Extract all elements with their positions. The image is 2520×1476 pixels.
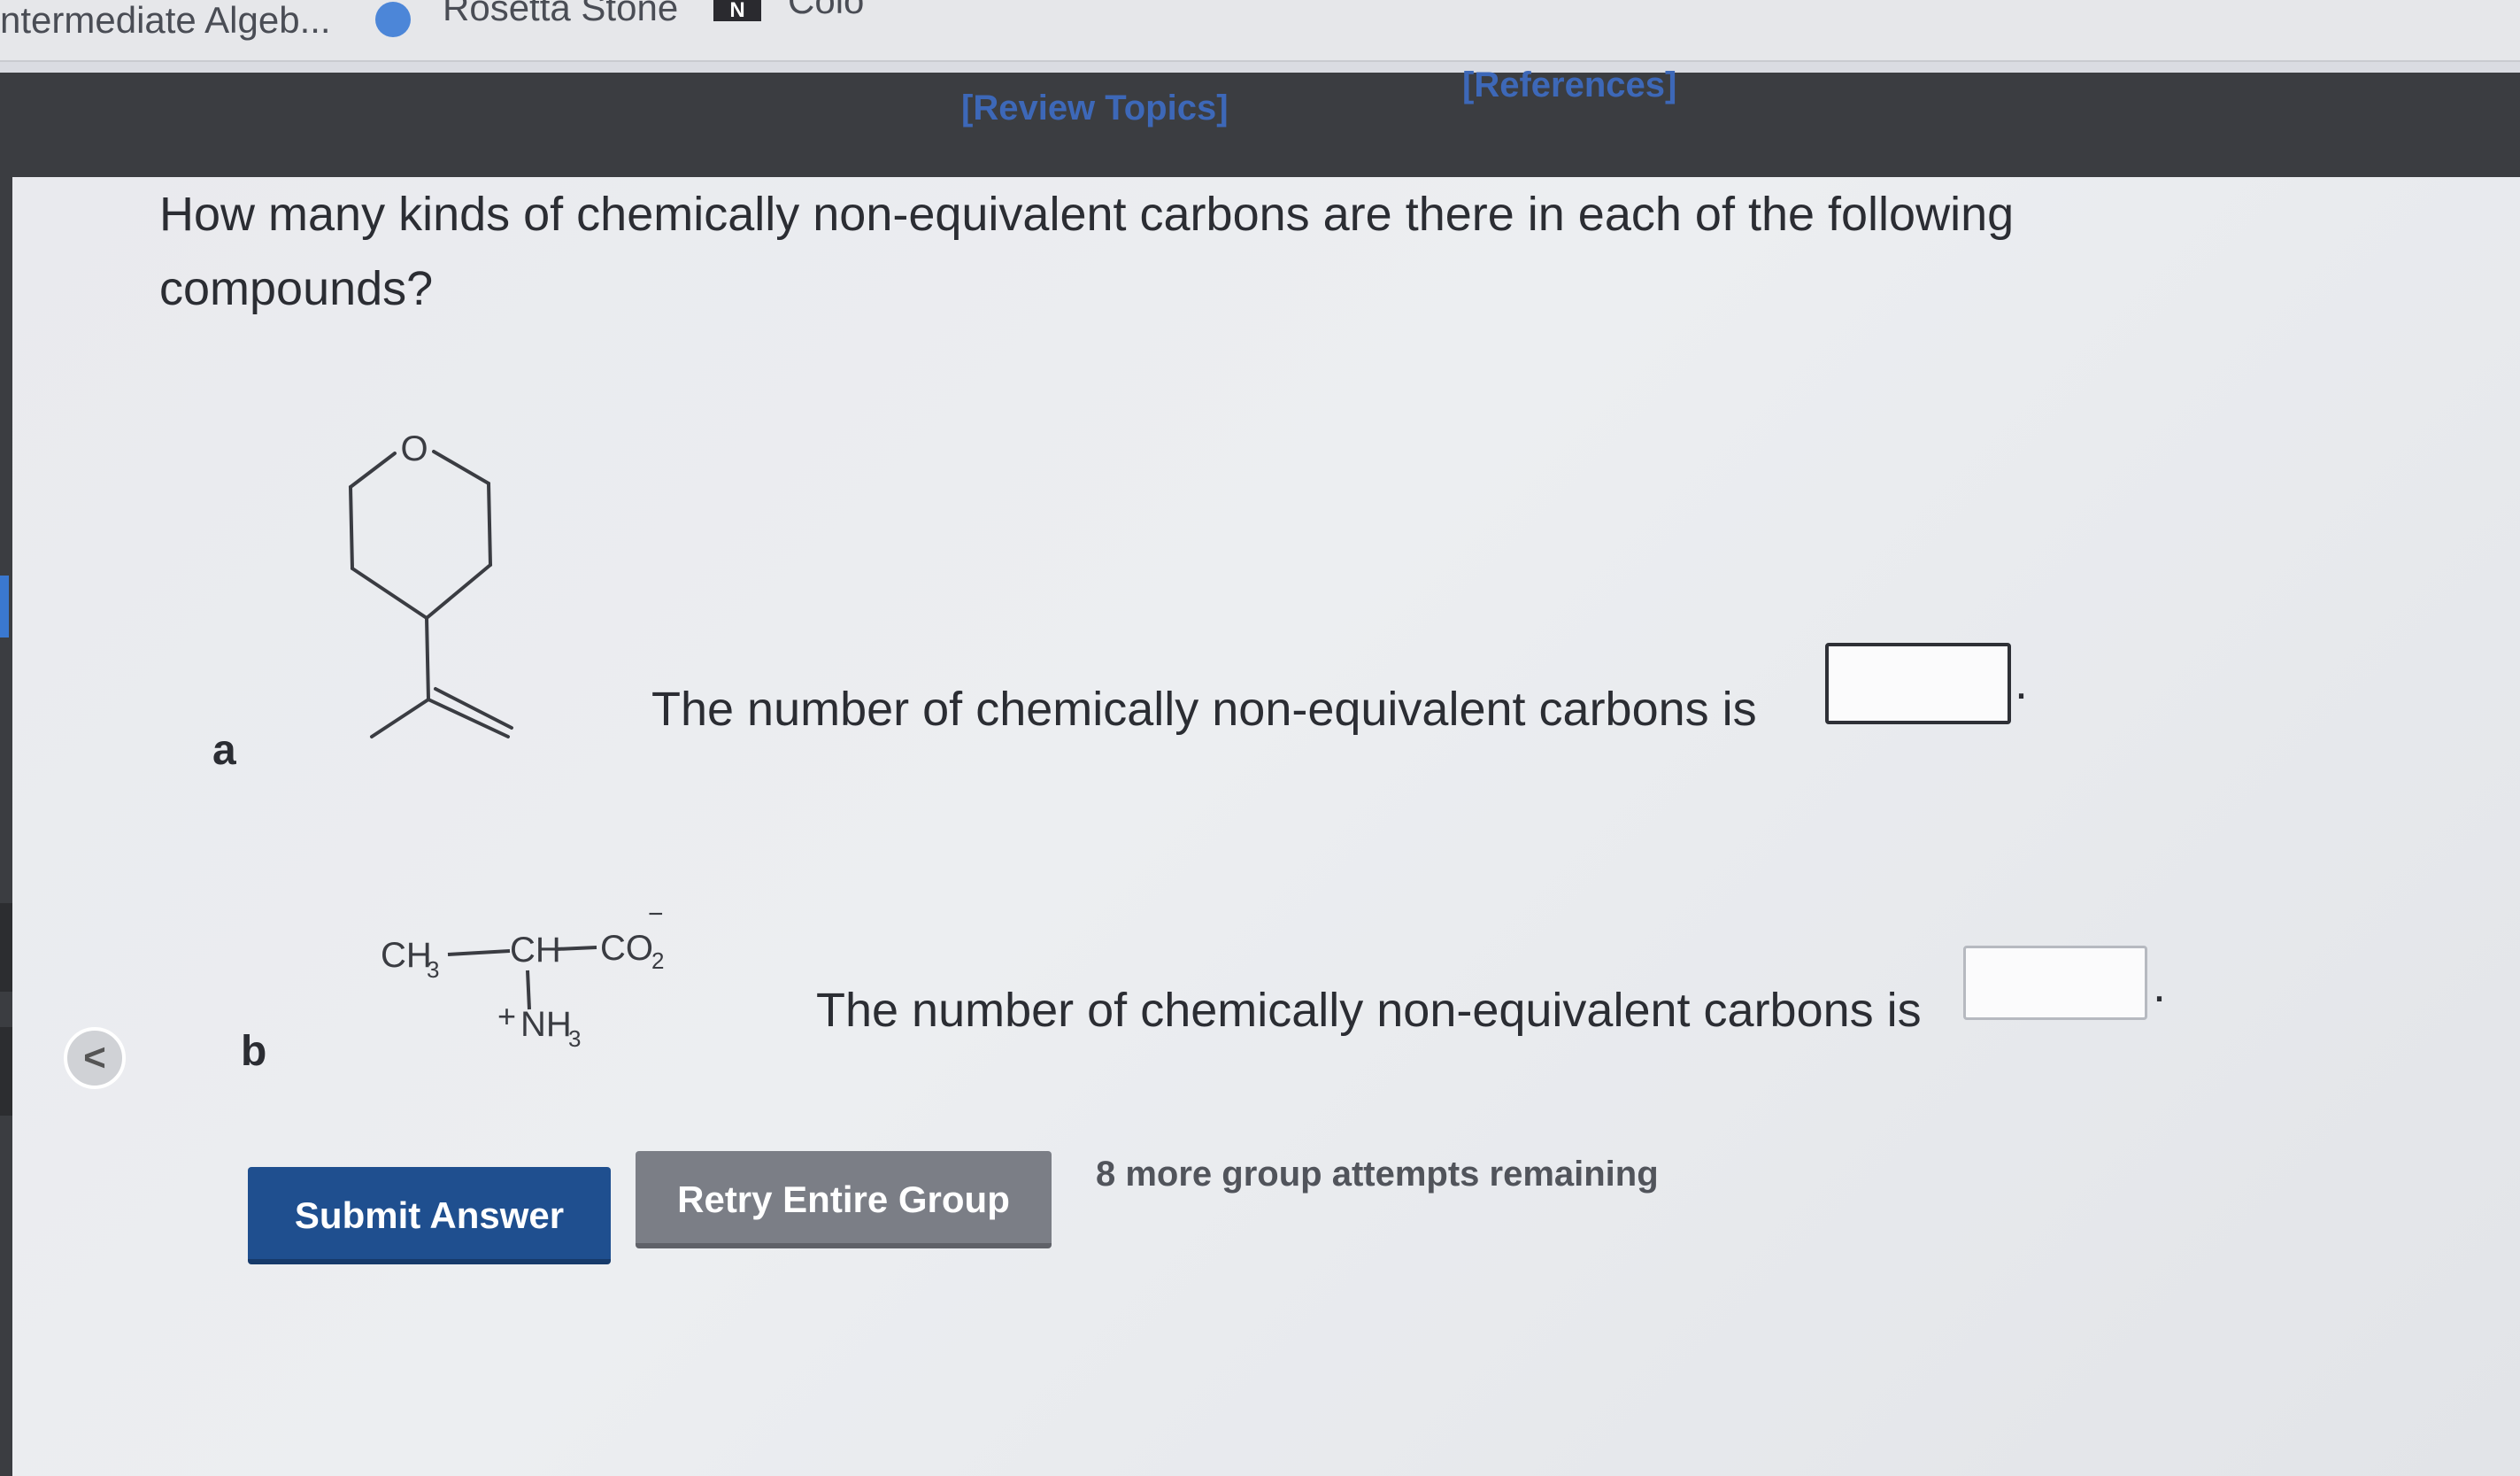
ch3-subscript: 3 xyxy=(427,956,439,983)
nh3-label: NH xyxy=(520,1005,572,1044)
ch-label: CH xyxy=(510,931,561,970)
bookmarks-bar: ntermediate Algeb... Rosetta Stone N Col… xyxy=(0,0,2520,62)
sidebar-tab[interactable] xyxy=(0,576,9,638)
ch-nh3-bond xyxy=(526,970,531,1010)
part-b-prompt: The number of chemically non-equivalent … xyxy=(816,984,1922,1037)
part-a-answer-input[interactable] xyxy=(1825,643,2011,724)
bookmark-intermediate-algebra[interactable]: ntermediate Algeb... xyxy=(0,0,331,46)
molecule-b-structure: CH 3 CH CO 2 − + NH 3 xyxy=(381,900,664,1052)
nh3-subscript: 3 xyxy=(568,1025,581,1052)
screen: ntermediate Algeb... Rosetta Stone N Col… xyxy=(0,0,2520,1476)
ring-bond xyxy=(487,482,492,567)
ring-bond xyxy=(432,450,490,485)
oxygen-atom-label: O xyxy=(400,429,428,468)
part-a-label: a xyxy=(212,727,236,774)
collapse-chevron-icon[interactable]: < xyxy=(64,1027,126,1089)
question-text: How many kinds of chemically non-equival… xyxy=(159,188,2015,315)
part-b-answer-input[interactable] xyxy=(1963,946,2147,1020)
bookmark-favicon-icon xyxy=(375,2,411,37)
references-link[interactable]: [References] xyxy=(1462,66,1676,105)
ch3-ch-bond xyxy=(447,949,511,956)
ammonium-charge: + xyxy=(497,998,516,1034)
molecule-a-structure: O xyxy=(349,429,513,738)
carboxylate-charge: − xyxy=(648,900,664,929)
part-a-period: . xyxy=(2015,656,2029,709)
question-header-links: [Review Topics] [References] xyxy=(0,66,2520,135)
retry-entire-group-button[interactable]: Retry Entire Group xyxy=(636,1151,1052,1248)
attempts-remaining-text: 8 more group attempts remaining xyxy=(1096,1155,1659,1194)
ch-co2-bond xyxy=(555,946,597,951)
co2-label: CO xyxy=(600,929,653,968)
co2-subscript: 2 xyxy=(651,947,664,974)
n-logo-icon: N xyxy=(713,0,761,21)
review-topics-link[interactable]: [Review Topics] xyxy=(961,89,1229,128)
methyl-bond xyxy=(370,698,430,738)
part-b-label: b xyxy=(241,1028,267,1075)
bookmark-rosetta-stone[interactable]: Rosetta Stone xyxy=(443,0,678,34)
bookmark-colo[interactable]: Colo xyxy=(788,0,864,27)
ring-bond xyxy=(349,452,397,489)
question-panel xyxy=(12,177,2520,1476)
ring-bond xyxy=(349,485,354,570)
ring-bond xyxy=(351,567,428,620)
part-a-prompt: The number of chemically non-equivalent … xyxy=(651,683,1757,736)
part-b-period: . xyxy=(2153,959,2167,1012)
exocyclic-bond xyxy=(425,616,430,701)
ring-bond xyxy=(425,563,492,620)
ch3-label: CH xyxy=(381,936,432,975)
submit-answer-button[interactable]: Submit Answer xyxy=(248,1167,611,1264)
